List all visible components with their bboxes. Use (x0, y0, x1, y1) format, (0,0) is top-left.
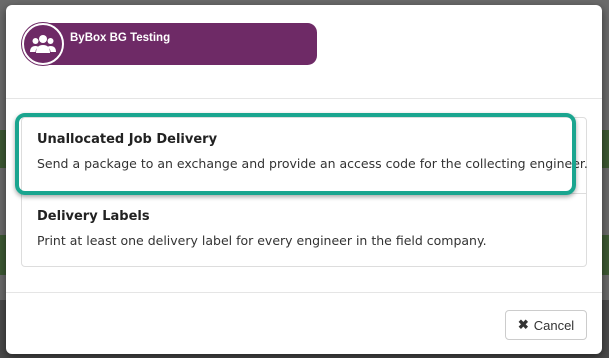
cancel-label: Cancel (533, 317, 575, 333)
users-icon (22, 23, 64, 65)
brand-banner (22, 23, 317, 65)
option-description: Send a package to an exchange and provid… (37, 156, 588, 171)
cancel-button[interactable]: ✖ Cancel (505, 310, 587, 340)
select-delivery-type-modal: ByBox BG Testing Unallocated Job Deliver… (6, 5, 602, 354)
option-title: Unallocated Job Delivery (37, 132, 218, 147)
modal-footer: ✖ Cancel (6, 292, 602, 354)
close-icon: ✖ (517, 317, 529, 332)
option-title: Delivery Labels (37, 209, 150, 224)
modal-header: ByBox BG Testing (6, 5, 602, 99)
option-unallocated-job-delivery[interactable]: Unallocated Job Delivery Send a package … (22, 118, 588, 194)
brand-title: ByBox BG Testing (70, 32, 171, 44)
delivery-options-list: Unallocated Job Delivery Send a package … (21, 117, 588, 268)
option-delivery-labels[interactable]: Delivery Labels Print at least one deliv… (22, 194, 586, 268)
option-description: Print at least one delivery label for ev… (37, 233, 487, 248)
